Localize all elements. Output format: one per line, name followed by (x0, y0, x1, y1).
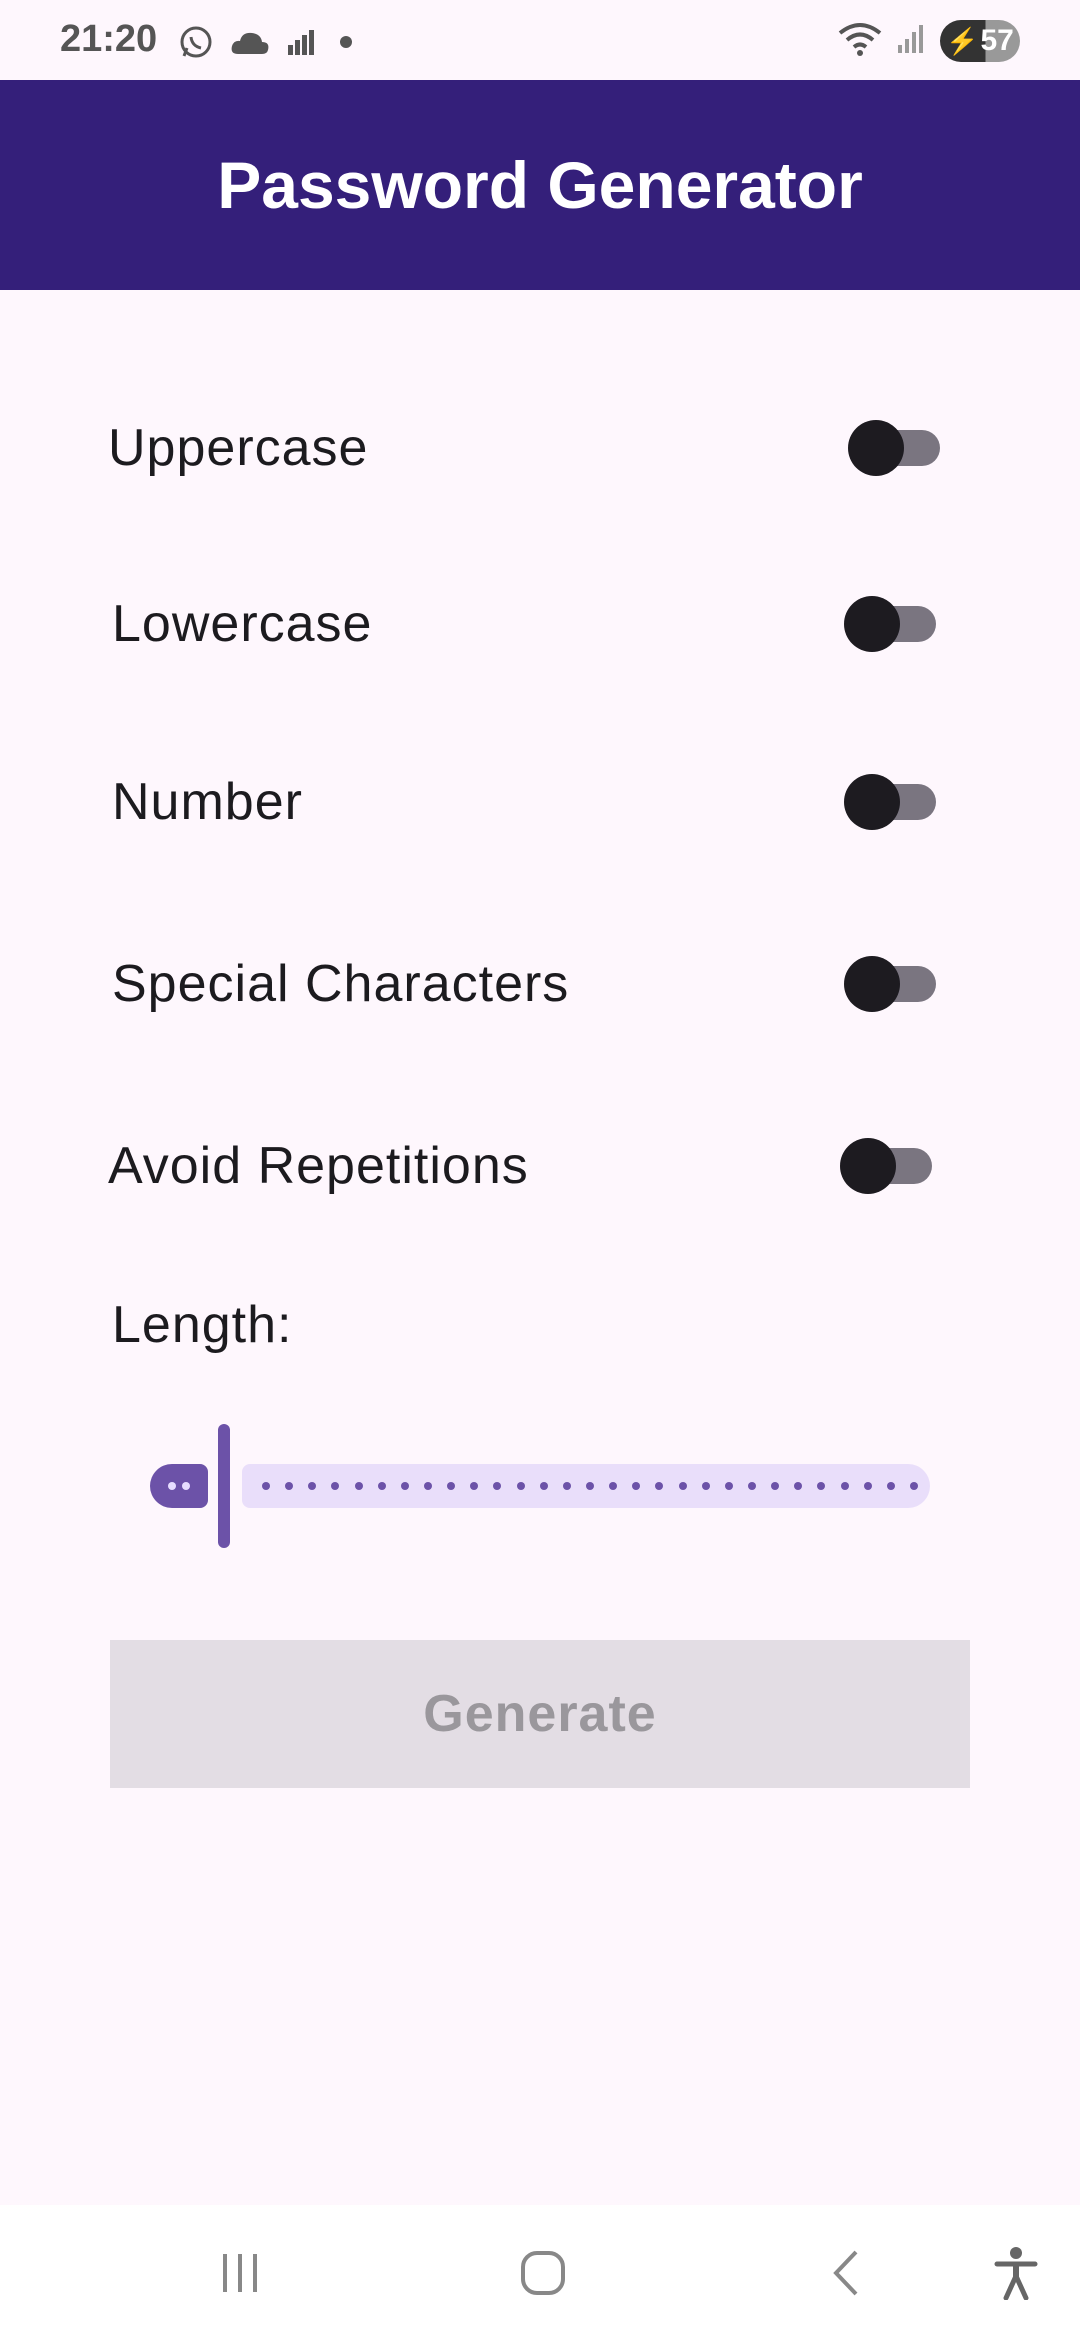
slider-tick-dot (863, 1482, 872, 1490)
cell-signal-icon (896, 23, 926, 60)
slider-tick-dot (886, 1482, 895, 1490)
slider-tick-dot (724, 1482, 733, 1490)
slider-tick-dot (377, 1482, 386, 1490)
switch-thumb (840, 1138, 896, 1194)
slider-tick-dot (655, 1482, 664, 1490)
accessibility-icon (994, 2246, 1038, 2305)
option-label-avoid-repetitions: Avoid Repetitions (108, 1137, 529, 1195)
slider-stop-dot (182, 1482, 190, 1490)
option-label-uppercase: Uppercase (108, 419, 369, 477)
accessibility-button[interactable] (976, 2245, 1056, 2305)
navigation-bar (0, 2205, 1080, 2340)
length-label: Length: (112, 1296, 293, 1354)
status-time: 21:20 (60, 18, 158, 60)
slider-tick-dot (817, 1482, 826, 1490)
whatsapp-icon (178, 24, 214, 65)
slider-tick-dot (678, 1482, 687, 1490)
slider-tick-dot (331, 1482, 340, 1490)
slider-tick-dot (285, 1482, 294, 1490)
recents-icon (215, 2250, 265, 2301)
special-characters-switch[interactable] (844, 956, 936, 1012)
status-icons-right: ⚡ 57 (838, 20, 1020, 62)
option-label-special-characters: Special Characters (112, 955, 570, 1013)
slider-tick-dot (840, 1482, 849, 1490)
slider-stop-dot (168, 1482, 176, 1490)
option-label-lowercase: Lowercase (112, 595, 373, 653)
slider-tick-dot (748, 1482, 756, 1490)
slider-tick-dot (586, 1482, 594, 1490)
slider-tick-dot (539, 1482, 548, 1490)
slider-tick-dot (470, 1482, 479, 1490)
option-row-avoid-repetitions: Avoid Repetitions (108, 1116, 948, 1216)
slider-tick-dot (562, 1482, 571, 1490)
slider-tick-dot (516, 1482, 525, 1490)
page-title: Password Generator (217, 148, 863, 222)
dot-icon (332, 28, 360, 61)
switch-thumb (844, 596, 900, 652)
option-row-lowercase: Lowercase (112, 574, 952, 674)
status-icons-left (178, 24, 360, 65)
slider-tick-dot (701, 1482, 710, 1490)
app-bar: Password Generator (0, 80, 1080, 290)
back-icon (826, 2248, 866, 2303)
option-label-number: Number (112, 773, 303, 831)
slider-tick-dot (354, 1482, 363, 1490)
slider-tick-dot (632, 1482, 641, 1490)
slider-tick-dot (447, 1482, 456, 1490)
home-icon (518, 2248, 568, 2303)
slider-tick-dot (262, 1482, 270, 1490)
slider-tick-dot (794, 1482, 803, 1490)
lowercase-switch[interactable] (844, 596, 936, 652)
switch-thumb (848, 420, 904, 476)
number-switch[interactable] (844, 774, 936, 830)
option-row-number: Number (112, 752, 952, 852)
back-button[interactable] (806, 2245, 886, 2305)
switch-thumb (844, 956, 900, 1012)
cloud-icon (230, 28, 270, 61)
uppercase-switch[interactable] (848, 420, 940, 476)
switch-thumb (844, 774, 900, 830)
status-bar: 21:20 ⚡ 57 (0, 0, 1080, 80)
recents-button[interactable] (200, 2245, 280, 2305)
slider-tick-dot (308, 1482, 317, 1490)
option-row-uppercase: Uppercase (108, 398, 948, 498)
home-button[interactable] (503, 2245, 583, 2305)
slider-tick-dot (493, 1482, 502, 1490)
length-slider[interactable] (150, 1420, 930, 1550)
slider-active-track (150, 1464, 208, 1508)
battery-level: 57 (980, 24, 1014, 57)
slider-tick-dot (771, 1482, 780, 1490)
slider-tick-dot (400, 1482, 409, 1490)
slider-tick-dot (609, 1482, 618, 1490)
slider-tick-dot (910, 1482, 918, 1490)
avoid-repetitions-switch[interactable] (840, 1138, 932, 1194)
signal-bars-icon (286, 27, 316, 62)
slider-handle[interactable] (218, 1424, 230, 1548)
wifi-icon (838, 21, 882, 62)
slider-inactive-track (242, 1464, 930, 1508)
option-row-special-characters: Special Characters (112, 934, 952, 1034)
battery-charging-icon: ⚡ 57 (940, 20, 1020, 62)
slider-tick-dot (424, 1482, 432, 1490)
generate-button[interactable]: Generate (110, 1640, 970, 1788)
